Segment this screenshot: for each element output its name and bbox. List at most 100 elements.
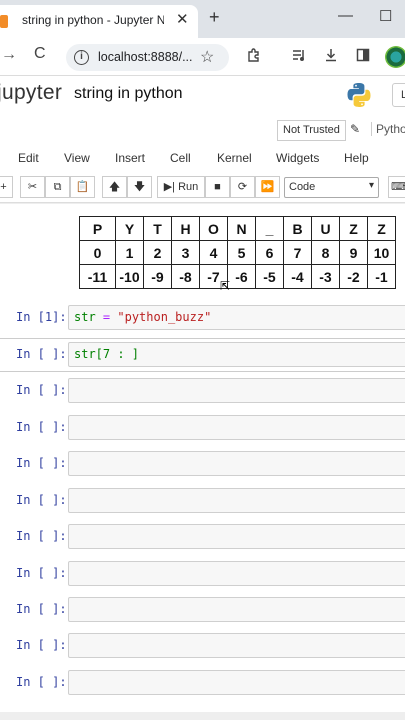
code-cell-input[interactable] (68, 415, 405, 440)
cell-prompt: In [ ]: (16, 566, 67, 580)
run-label: Run (178, 181, 199, 193)
maximize-icon[interactable]: ☐ (379, 7, 392, 25)
cell-prompt: In [ ]: (16, 493, 67, 507)
code-cell-input-active[interactable]: str[7 : ] (68, 342, 405, 367)
table-cell: _ (255, 216, 284, 241)
table-cell: -6 (227, 264, 256, 289)
add-cell-button[interactable]: + (0, 176, 13, 198)
table-cell: 7 (283, 240, 312, 265)
profile-avatar-icon[interactable] (385, 46, 405, 68)
table-cell: 1 (115, 240, 144, 265)
table-cell: 10 (367, 240, 396, 265)
notebook-status-row: Not Trusted ✎ Python (0, 114, 405, 147)
site-info-icon[interactable]: i (74, 50, 89, 65)
table-cell: H (171, 216, 200, 241)
not-trusted-button[interactable]: Not Trusted (277, 120, 346, 141)
table-cell: 6 (255, 240, 284, 265)
browser-tab-bar: string in python - Jupyter Notebook ✕ + … (0, 0, 405, 38)
run-button[interactable]: ▶| Run (157, 176, 205, 198)
code-text: str = "python_buzz" (74, 310, 211, 324)
menu-edit[interactable]: Edit (18, 151, 39, 165)
chevron-down-icon: ▾ (368, 180, 374, 191)
python-logo-icon (347, 83, 371, 107)
kernel-indicator: Python (371, 122, 405, 136)
table-cell: -10 (115, 264, 144, 289)
table-cell: B (283, 216, 312, 241)
table-cell: -9 (143, 264, 172, 289)
address-bar: → C i localhost:8888/... ☆ (0, 38, 405, 76)
cut-cell-icon[interactable]: ✂ (20, 176, 45, 198)
table-cell: 2 (143, 240, 172, 265)
notebook-name[interactable]: string in python (74, 85, 183, 103)
cell-type-select[interactable]: Code ▾ (284, 177, 379, 198)
command-palette-icon[interactable]: ⌨ (388, 176, 405, 198)
extensions-icon[interactable] (246, 47, 262, 67)
cell-prompt: In [ ]: (16, 347, 67, 361)
restart-run-all-icon[interactable]: ⏩ (255, 176, 280, 198)
reload-icon[interactable]: C (34, 45, 46, 63)
code-cell-input[interactable] (68, 561, 405, 586)
table-cell: -3 (311, 264, 340, 289)
table-cell: -11 (79, 264, 116, 289)
jupyter-header: jupyter string in python L (0, 76, 405, 114)
menu-insert[interactable]: Insert (115, 151, 145, 165)
code-cell-input[interactable] (68, 633, 405, 658)
close-tab-icon[interactable]: ✕ (176, 10, 189, 28)
table-cell: 5 (227, 240, 256, 265)
bookmark-star-icon[interactable]: ☆ (200, 47, 214, 67)
side-panel-icon[interactable] (355, 47, 371, 67)
code-cell-input[interactable] (68, 670, 405, 695)
mouse-cursor-icon: ⇱ (220, 279, 231, 293)
code-cell-input[interactable] (68, 488, 405, 513)
table-cell: Z (339, 216, 368, 241)
url-input[interactable]: i localhost:8888/... ☆ (66, 44, 229, 71)
cell-prompt: In [ ]: (16, 383, 67, 397)
menu-help[interactable]: Help (344, 151, 369, 165)
cell-separator (0, 338, 405, 339)
menu-view[interactable]: View (64, 151, 90, 165)
browser-tab[interactable]: string in python - Jupyter Notebook ✕ (0, 5, 198, 38)
table-cell: -2 (339, 264, 368, 289)
code-cell-input[interactable] (68, 378, 405, 403)
media-control-icon[interactable] (291, 47, 307, 67)
minimize-icon[interactable]: — (338, 7, 353, 24)
code-string: "python_buzz" (117, 310, 212, 324)
paste-cell-icon[interactable]: 📋 (70, 176, 95, 198)
restart-kernel-icon[interactable]: ⟳ (230, 176, 255, 198)
page-bottom-strip (0, 712, 405, 720)
interrupt-kernel-icon[interactable]: ■ (205, 176, 230, 198)
code-cell-input[interactable] (68, 597, 405, 622)
table-cell: 3 (171, 240, 200, 265)
code-cell-input[interactable] (68, 524, 405, 549)
table-row-chars: P Y T H O N _ B U Z Z (79, 216, 396, 241)
copy-cell-icon[interactable]: ⧉ (45, 176, 70, 198)
table-cell: O (199, 216, 228, 241)
code-cell-input[interactable]: str = "python_buzz" (68, 305, 405, 330)
notebook-area: P Y T H O N _ B U Z Z 0 1 2 3 4 5 6 7 8 … (0, 204, 405, 712)
menu-kernel[interactable]: Kernel (217, 151, 252, 165)
table-cell: Y (115, 216, 144, 241)
menu-widgets[interactable]: Widgets (276, 151, 319, 165)
table-cell: 8 (311, 240, 340, 265)
code-text: str[7 : ] (74, 347, 140, 361)
forward-icon[interactable]: → (1, 46, 17, 64)
logout-button[interactable]: L (392, 83, 405, 107)
cell-prompt: In [ ]: (16, 602, 67, 616)
jupyter-logo[interactable]: jupyter (0, 81, 62, 105)
code-cell-input[interactable] (68, 451, 405, 476)
table-row-positive: 0 1 2 3 4 5 6 7 8 9 10 (79, 240, 396, 265)
menu-bar: Edit View Insert Cell Kernel Widgets Hel… (0, 147, 405, 172)
cell-separator (0, 371, 405, 372)
code-variable: str (74, 310, 96, 324)
download-icon[interactable] (323, 47, 339, 67)
new-tab-icon[interactable]: + (209, 7, 220, 28)
move-down-icon[interactable]: 🡇 (127, 176, 152, 198)
table-cell: -8 (171, 264, 200, 289)
url-text: localhost:8888/... (98, 50, 193, 64)
table-cell: P (79, 216, 116, 241)
cell-type-value: Code (289, 181, 316, 193)
cell-prompt: In [ ]: (16, 675, 67, 689)
menu-cell[interactable]: Cell (170, 151, 191, 165)
table-cell: 9 (339, 240, 368, 265)
move-up-icon[interactable]: 🡅 (102, 176, 127, 198)
